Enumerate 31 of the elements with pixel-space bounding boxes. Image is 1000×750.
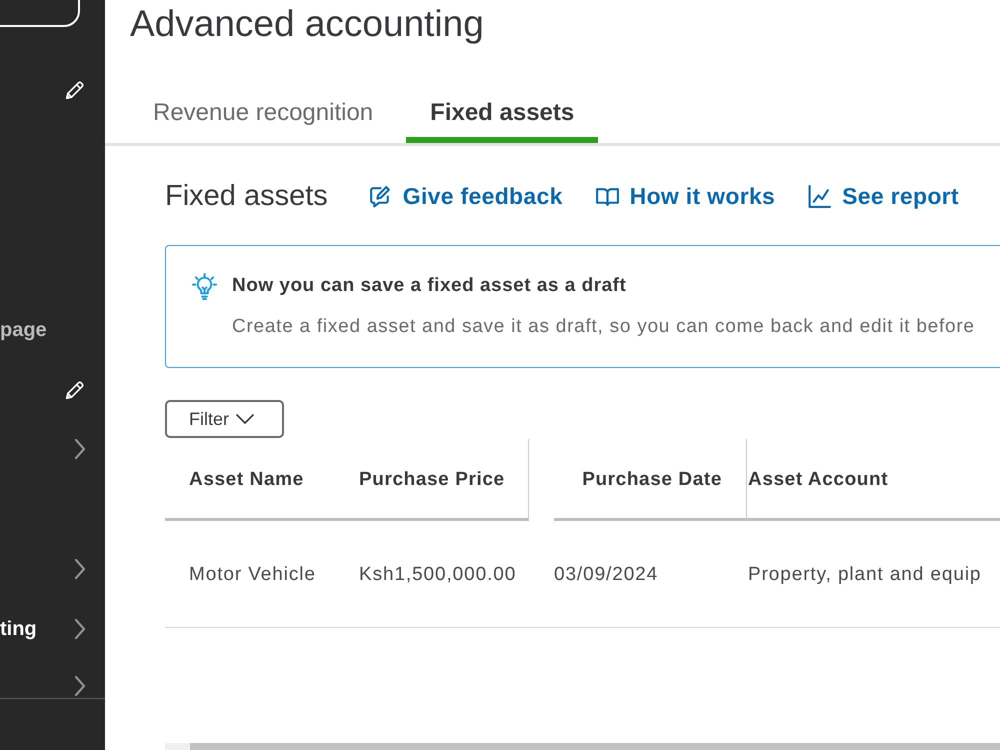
banner-title: Now you can save a fixed asset as a draft [232,274,628,298]
column-header: Purchase Price [335,439,529,521]
section-heading: Fixed assets [165,179,328,214]
chevron-right-icon[interactable] [74,438,86,460]
table-cell-text: Property, plant and equip [747,563,982,587]
lightbulb-icon [192,273,217,300]
column-header: Purchase Date [554,439,747,521]
feedback-link[interactable]: Give feedback [368,182,563,210]
report-link[interactable]: See report [807,182,959,210]
chevron-right-icon[interactable] [74,558,86,580]
nav-link[interactable]: page [0,318,47,342]
line-chart-icon [807,184,832,208]
nav-link[interactable]: ting [0,617,37,641]
tab[interactable]: Revenue recognition [129,66,398,143]
column-header: Asset Account [747,439,1000,521]
table-cell-text: Motor Vehicle [188,563,317,587]
chevron-right-icon[interactable] [74,618,86,640]
chevron-down-icon [236,414,254,424]
tab[interactable]: Fixed assets [406,66,598,143]
table-cell-text: 03/09/2024 [554,563,660,587]
feedback-icon [368,184,393,208]
pencil-icon[interactable] [64,79,86,101]
table-cell-text: Ksh1,500,000.00 [358,563,518,587]
page-title: Advanced accounting [130,2,484,46]
chevron-right-icon[interactable] [74,675,86,697]
column-header: Asset Name [165,439,335,521]
guide-link[interactable]: How it works [594,182,776,210]
pencil-icon[interactable] [64,379,86,401]
filter-button[interactable]: Filter [165,400,284,438]
banner-message: Create a fixed asset and save it as draft, so you can come back and edit it before [232,315,976,339]
horizontal-scrollbar[interactable] [165,743,1000,750]
